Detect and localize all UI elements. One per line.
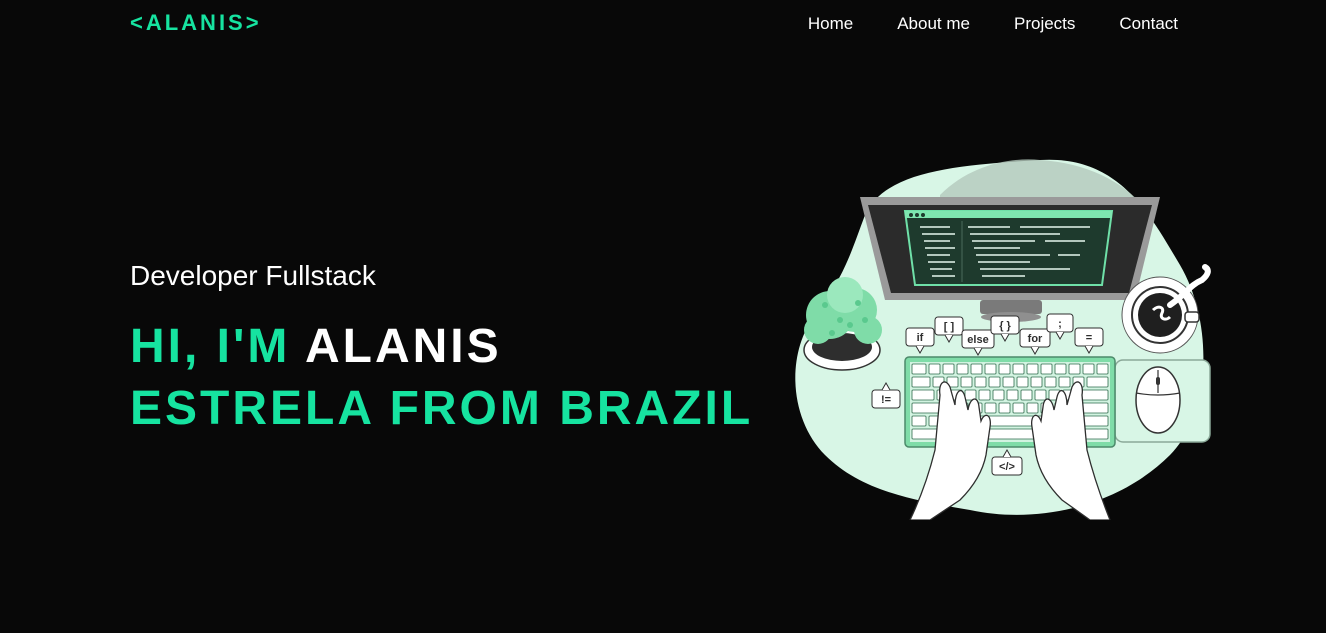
nav-link-about[interactable]: About me	[897, 14, 970, 34]
navbar: <ALANIS> Home About me Projects Contact	[0, 0, 1326, 48]
code-bubble-equals-label: =	[1086, 332, 1092, 344]
code-bubble-braces-label: { }	[999, 320, 1011, 332]
page: <ALANIS> Home About me Projects Contact …	[0, 0, 1326, 633]
nav-link-home[interactable]: Home	[808, 14, 853, 34]
hero-heading: HI, I'M ALANIS ESTRELA FROM BRAZIL	[130, 316, 790, 440]
hero-section: Developer Fullstack HI, I'M ALANIS ESTRE…	[130, 258, 790, 440]
hero-greeting: HI, I'M	[130, 320, 305, 373]
nav-link-projects[interactable]: Projects	[1014, 14, 1075, 34]
hero-name: ALANIS	[304, 320, 502, 373]
code-bubble-semicolon-label: ;	[1058, 318, 1062, 330]
code-bubble-not-equals-label: !=	[881, 394, 891, 406]
code-bubble-for-label: for	[1028, 333, 1043, 345]
code-bubble-tag-label: </>	[999, 461, 1015, 473]
nav-link-contact[interactable]: Contact	[1119, 14, 1178, 34]
hero-subtitle: Developer Fullstack	[130, 260, 376, 291]
developer-at-desk-illustration: if [ ] else { } for ; = != </>	[790, 155, 1212, 521]
nav-links: Home About me Projects Contact	[808, 14, 1178, 34]
mouse	[1114, 359, 1211, 443]
code-bubble-if-label: if	[917, 332, 924, 344]
hero-origin: ESTRELA FROM BRAZIL	[130, 382, 754, 435]
logo-link[interactable]: <ALANIS>	[130, 10, 262, 36]
code-bubble-else-label: else	[967, 334, 988, 346]
code-bubble-brackets-label: [ ]	[944, 321, 955, 333]
